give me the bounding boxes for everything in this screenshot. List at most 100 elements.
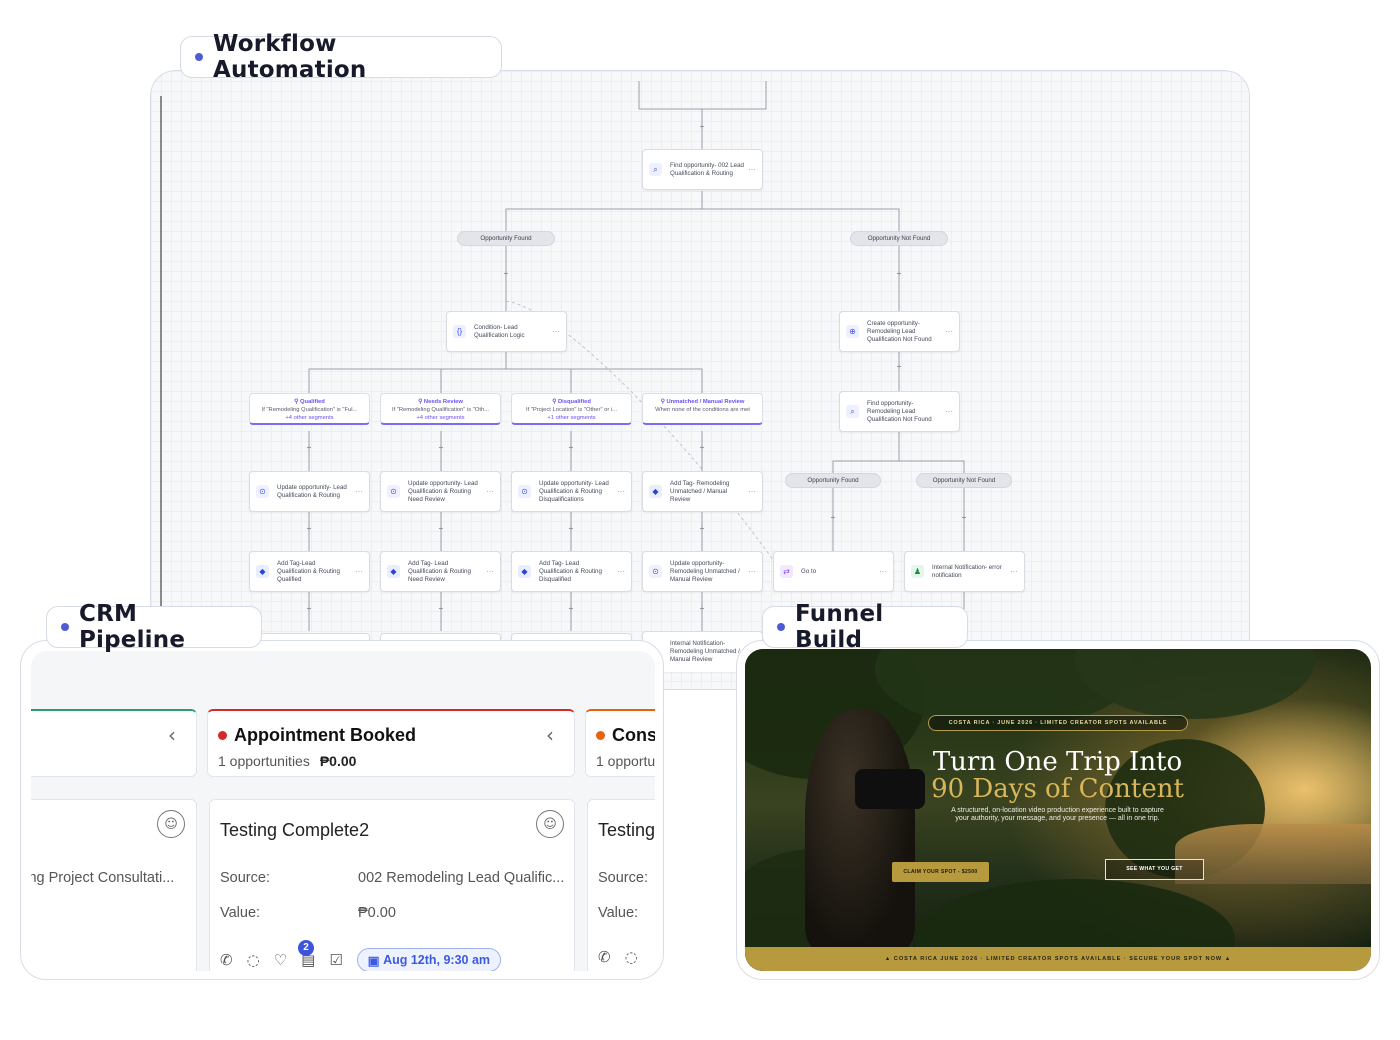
workflow-canvas[interactable]: + + + + + + + + + + + + + + + + + + ⌕ Fi… [150,70,1250,690]
tag-icon: ◆ [518,565,531,578]
node-update-3[interactable]: ⊙ Update opportunity- Lead Qualification… [511,471,632,512]
add-step-button[interactable]: + [960,514,968,522]
node-addtag-4[interactable]: ◆ Add Tag- Remodeling Unmatched / Manual… [642,471,763,512]
more-icon[interactable]: ··· [748,487,756,496]
chevron-left-icon[interactable]: ‹ [546,723,554,747]
create-opportunity-icon: ⊕ [846,325,859,338]
see-what-you-get-button[interactable]: SEE WHAT YOU GET [1105,859,1204,880]
node-goto[interactable]: ⇄ Go to ··· [773,551,894,592]
node-addtag-2[interactable]: ◆ Add Tag- Lead Qualification & Routing … [380,551,501,592]
add-step-button[interactable]: + [437,525,445,533]
add-step-button[interactable]: + [895,270,903,278]
videographer-image [805,709,915,949]
add-step-button[interactable]: + [698,525,706,533]
opportunity-card-left[interactable]: ☺ ling Project Consultati... [31,799,197,971]
bullet-dot [777,623,785,631]
opportunity-icon: ⊙ [256,485,269,498]
node-addtag-3[interactable]: ◆ Add Tag- Lead Qualification & Routing … [511,551,632,592]
more-icon[interactable]: ··· [355,567,363,576]
hero-description: A structured, on-location video producti… [951,807,1164,822]
add-step-button[interactable]: + [698,605,706,613]
stage-color-dot [596,731,605,740]
more-icon[interactable]: ··· [486,487,494,496]
chevron-left-icon[interactable]: ‹ [168,723,176,747]
task-icon[interactable]: ☑ [329,951,342,969]
stage-header-right: Cons 1 opportu [585,709,655,777]
more-icon[interactable]: ··· [748,165,756,174]
chat-icon[interactable]: ◌ [247,951,260,969]
condition-qualified[interactable]: ⚲ Qualified If "Remodeling Qualification… [249,393,370,425]
branch-opportunity-not-found-2[interactable]: Opportunity Not Found [916,473,1012,488]
crm-label-text: CRM Pipeline [79,601,186,653]
hero-headline: Turn One Trip Into 90 Days of Content [931,747,1184,804]
branch-opportunity-found-2[interactable]: Opportunity Found [785,473,881,488]
node-addtag-1[interactable]: ◆ Add Tag-Lead Qualification & Routing Q… [249,551,370,592]
workflow-label-text: Workflow Automation [213,31,367,83]
add-step-button[interactable]: + [305,525,313,533]
node-find-opportunity-2[interactable]: ⌕ Find opportunity- Remodeling Lead Qual… [839,391,960,432]
braces-icon: {} [453,325,466,338]
tag-icon: ◆ [256,565,269,578]
notification-badge: 2 [298,940,314,956]
node-condition[interactable]: {} Condition- Lead Qualification Logic ·… [446,311,567,352]
announcement-bar[interactable]: ▲ COSTA RICA JUNE 2026 · LIMITED CREATOR… [745,947,1371,971]
condition-needs-review[interactable]: ⚲ Needs Review If "Remodeling Qualificat… [380,393,501,425]
add-step-button[interactable]: + [698,444,706,452]
more-icon[interactable]: ··· [879,567,887,576]
workflow-label: Workflow Automation [180,31,502,83]
node-internal-notification[interactable]: ♟ Internal Notification- error notificat… [904,551,1025,592]
crm-pipeline-panel: ‹ Appointment Booked 1 opportunities ₱0.0… [20,640,664,980]
opportunity-icon: ⊙ [518,485,531,498]
add-step-button[interactable]: + [437,605,445,613]
condition-disqualified[interactable]: ⚲ Disqualified If "Project Location" is … [511,393,632,425]
appointment-date-chip[interactable]: ▣ Aug 12th, 9:30 am [356,948,502,971]
node-update-1[interactable]: ⊙ Update opportunity- Lead Qualification… [249,471,370,512]
condition-unmatched[interactable]: ⚲ Unmatched / Manual Review When none of… [642,393,763,425]
unassigned-user-icon[interactable]: ☺ [536,810,564,838]
crm-label: CRM Pipeline [46,601,262,653]
funnel-label-text: Funnel Build [795,601,884,653]
add-step-button[interactable]: + [305,444,313,452]
node-update-4[interactable]: ⊙ Update opportunity- Remodeling Unmatch… [642,551,763,592]
bullet-dot [61,623,69,631]
node-create-opportunity[interactable]: ⊕ Create opportunity- Remodeling Lead Qu… [839,311,960,352]
card-actions: ✆ ◌ [598,948,638,966]
pipeline-board: ‹ Appointment Booked 1 opportunities ₱0.0… [31,651,655,971]
more-icon[interactable]: ··· [617,567,625,576]
more-icon[interactable]: ··· [552,327,560,336]
add-step-button[interactable]: + [437,444,445,452]
more-icon[interactable]: ··· [748,567,756,576]
unassigned-user-icon[interactable]: ☺ [157,810,185,838]
more-icon[interactable]: ··· [945,407,953,416]
chat-icon[interactable]: ◌ [625,948,638,966]
more-icon[interactable]: ··· [617,487,625,496]
ocean-image [1175,824,1371,884]
branch-opportunity-not-found[interactable]: Opportunity Not Found [850,231,948,246]
phone-icon[interactable]: ✆ [220,951,233,969]
more-icon[interactable]: ··· [355,487,363,496]
hero-top-chip: COSTA RICA · JUNE 2026 · LIMITED CREATOR… [928,715,1188,731]
more-icon[interactable]: ··· [945,327,953,336]
phone-icon[interactable]: ✆ [598,948,611,966]
add-step-button[interactable]: + [567,525,575,533]
add-step-button[interactable]: + [567,444,575,452]
add-step-button[interactable]: + [698,123,706,131]
tag-icon: ◆ [387,565,400,578]
more-icon[interactable]: ··· [486,567,494,576]
add-step-button[interactable]: + [829,514,837,522]
tag-icon[interactable]: ♡ [274,951,287,969]
opportunity-icon: ⊙ [649,565,662,578]
add-step-button[interactable]: + [895,363,903,371]
search-icon: ⌕ [649,163,662,176]
node-update-2[interactable]: ⊙ Update opportunity- Lead Qualification… [380,471,501,512]
branch-opportunity-found[interactable]: Opportunity Found [457,231,555,246]
add-step-button[interactable]: + [305,605,313,613]
add-step-button[interactable]: + [567,605,575,613]
node-find-opportunity[interactable]: ⌕ Find opportunity- 002 Lead Qualificati… [642,149,763,190]
add-step-button[interactable]: + [502,270,510,278]
bullet-dot [195,53,203,61]
more-icon[interactable]: ··· [1010,567,1018,576]
opportunity-card-right[interactable]: Testing Source: Value: ✆ ◌ [587,799,655,971]
claim-spot-button[interactable]: CLAIM YOUR SPOT - $2500 [892,862,989,882]
opportunity-card-main[interactable]: Testing Complete2 ☺ Source: 002 Remodeli… [209,799,575,971]
